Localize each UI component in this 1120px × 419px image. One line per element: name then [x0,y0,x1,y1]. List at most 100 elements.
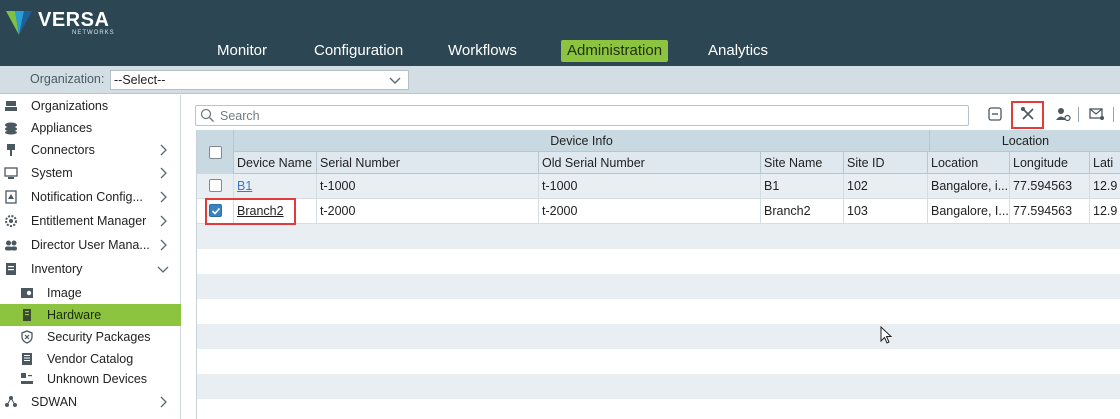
site-name-cell: Branch2 [761,199,844,223]
serial-number-cell: t-1000 [317,174,539,198]
nav-administration[interactable]: Administration [561,40,669,62]
latitude-cell: 12.9 [1093,204,1118,218]
longitude-cell: 77.594563 [1010,174,1090,198]
search-box [195,105,969,126]
unknown-devices-icon [21,373,33,384]
chevron-right-icon [160,215,167,227]
col-longitude[interactable]: Longitude [1010,152,1090,174]
sidebar-item-hardware[interactable]: Hardware [0,304,181,326]
sidebar-item-inventory[interactable]: Inventory [0,258,181,280]
sidebar-item-label: Security Packages [47,330,151,344]
select-all-cell [197,130,234,174]
sidebar-item-label: SDWAN [31,395,78,409]
sidebar-item-label: Appliances [31,121,93,135]
location-cell: Bangalore, I... [928,199,1010,223]
old-serial-number-cell: t-1000 [539,174,761,198]
brand-name: VERSA [38,9,110,31]
nav-monitor[interactable]: Monitor [217,40,267,62]
main-nav: Monitor Configuration Workflows Administ… [0,40,900,62]
site-id-cell: 103 [844,199,928,223]
appliances-icon [5,122,17,135]
device-grid: Device Info Location Device Name Serial … [196,130,1120,419]
sidebar-item-unknown-devices[interactable]: Unknown Devices [0,368,181,390]
sidebar-item-system[interactable]: System [0,162,181,184]
group-device-info: Device Info [234,130,930,152]
user-settings-icon[interactable] [1054,105,1072,123]
connectors-icon [7,144,15,156]
sidebar-item-label: Connectors [31,143,95,157]
tools-icon[interactable] [1019,105,1037,123]
chevron-right-icon [160,144,167,156]
inventory-icon [6,263,16,275]
system-icon [4,167,18,179]
sidebar-item-connectors[interactable]: Connectors [0,139,181,161]
chevron-right-icon [160,396,167,408]
mail-icon[interactable] [1088,105,1106,123]
brand-sub: NETWORKS [72,30,115,36]
nav-configuration[interactable]: Configuration [314,40,403,62]
col-device-name[interactable]: Device Name [234,152,317,174]
col-old-serial-number[interactable]: Old Serial Number [539,152,761,174]
table-row[interactable]: B1 t-1000 t-1000 B1 102 Bangalore, i... … [197,174,1120,199]
sidebar-item-label: Director User Mana... [31,238,150,252]
sidebar-item-label: Unknown Devices [47,372,148,386]
nav-workflows[interactable]: Workflows [448,40,517,62]
toolbar-separator [1078,107,1079,122]
sidebar-item-label: Notification Config... [31,190,143,204]
group-location: Location [1001,134,1050,148]
col-site-id[interactable]: Site ID [844,152,928,174]
versa-logo[interactable]: VERSA NETWORKS [6,6,126,38]
sidebar-item-director-user-management[interactable]: Director User Mana... [0,234,181,256]
sidebar-item-organizations[interactable]: Organizations [0,95,181,117]
sidebar-item-label: Organizations [31,99,109,113]
grid-background-row [197,224,1120,249]
sidebar-item-entitlement-manager[interactable]: Entitlement Manager [0,210,181,232]
sidebar-item-appliances[interactable]: Appliances [0,117,181,139]
grid-group-header: Device Info Location [197,130,1120,174]
chevron-right-icon [160,239,167,251]
users-icon [5,240,17,251]
grid-background-row [197,324,1120,349]
catalog-icon [22,353,32,365]
gear-icon [5,215,17,227]
shield-icon [21,330,33,344]
top-header: VERSA NETWORKS Monitor Configuration Wor… [0,0,1120,66]
organization-select-value: --Select-- [114,73,166,87]
col-latitude[interactable]: Lati [1090,152,1120,174]
mouse-cursor-icon [880,326,893,344]
sidebar-item-label: Image [47,286,82,300]
toolbar-separator [1113,107,1114,122]
row-checkbox[interactable] [209,179,222,192]
col-serial-number[interactable]: Serial Number [317,152,539,174]
nav-analytics[interactable]: Analytics [708,40,768,62]
col-location[interactable]: Location [928,152,1010,174]
row-select-cell [197,174,234,198]
table-row[interactable]: Branch2 t-2000 t-2000 Branch2 103 Bangal… [197,199,1120,224]
selection-highlight-box [205,198,296,225]
select-all-checkbox[interactable] [209,146,222,159]
sidebar-item-security-packages[interactable]: Security Packages [0,326,181,348]
search-icon [200,108,214,122]
old-serial-number-cell: t-2000 [539,199,761,223]
grid-background-row [197,274,1120,299]
sidebar-item-label: Hardware [47,308,102,322]
organization-label: Organization: [30,72,105,86]
col-site-name[interactable]: Site Name [761,152,844,174]
chevron-right-icon [160,167,167,179]
organization-bar: Organization: --Select-- [0,66,1120,94]
sidebar-item-sdwan[interactable]: SDWAN [0,391,181,413]
versa-logo-mark-icon [6,11,32,35]
organization-select[interactable]: --Select-- [110,70,409,90]
search-input[interactable] [220,107,960,124]
sdwan-icon [5,396,17,407]
collapse-icon[interactable] [986,105,1004,123]
sidebar-item-vendor-catalog[interactable]: Vendor Catalog [0,348,181,370]
location-cell: Bangalore, i... [928,174,1010,198]
image-icon [21,288,33,298]
sidebar-item-label: System [31,166,73,180]
sidebar-item-image[interactable]: Image [0,282,181,304]
device-name-link[interactable]: B1 [234,174,317,198]
sidebar-item-notification-config[interactable]: Notification Config... [0,186,181,208]
chevron-right-icon [160,191,167,203]
hardware-icon [23,309,31,321]
